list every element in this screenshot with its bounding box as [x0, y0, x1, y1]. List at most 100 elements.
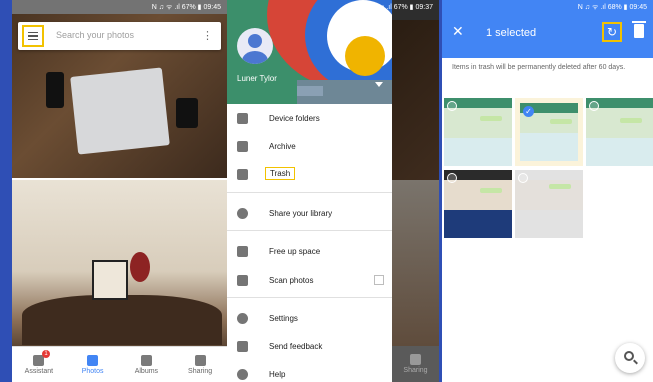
delete-forever-icon[interactable]: [632, 21, 646, 38]
thumb-bottom: [520, 133, 578, 161]
drawer-item-trash[interactable]: Trash: [227, 166, 392, 184]
nav-sharing[interactable]: Sharing: [173, 347, 227, 382]
drawer-item-scan-photos[interactable]: Scan photos: [227, 272, 392, 290]
drawer-item-free-up-space[interactable]: Free up space: [227, 243, 392, 261]
search-fab[interactable]: [615, 343, 645, 373]
drawer-item-label: Device folders: [269, 114, 320, 123]
drawer-item-label: Free up space: [269, 247, 321, 256]
status-indicators: N ♫ ᯤ .ıl 67% ▮ 09:45: [151, 4, 221, 11]
dimmed-photo: [392, 180, 439, 346]
nav-sharing-label: Sharing: [188, 367, 213, 375]
select-circle-icon[interactable]: [447, 173, 457, 183]
status-indicators: N ♫ ᯤ .ıl 67% ▮ 09:37: [363, 4, 433, 11]
status-bar: N ♫ ᯤ .ıl 67% ▮ 09:37: [227, 0, 439, 14]
trash-thumbnail-selected[interactable]: ✓: [515, 98, 583, 166]
account-email-redacted: [297, 86, 323, 96]
thumb-bottom: [515, 210, 583, 238]
sharing-icon: [194, 354, 206, 366]
status-bar: N ♫ ᯤ .ıl 68% ▮ 09:45: [442, 0, 653, 14]
dimmed-nav-sharing: Sharing: [392, 346, 439, 382]
selection-app-bar: N ♫ ᯤ .ıl 68% ▮ 09:45 ✕ 1 selected ↻: [442, 0, 653, 58]
search-input[interactable]: Search your photos: [56, 30, 134, 40]
phone-image: [46, 72, 64, 108]
drawer-item-share-library[interactable]: Share your library: [227, 205, 392, 223]
feedback-icon: [237, 341, 248, 352]
account-dropdown-icon[interactable]: [375, 82, 383, 87]
search-icon-handle: [633, 359, 638, 365]
user-name: Luner Tylor: [237, 74, 277, 83]
thumb-chat: [586, 108, 653, 138]
bottom-navigation: 1 Assistant Photos Albums Sharing: [12, 346, 227, 382]
scan-photos-icon: [237, 275, 248, 286]
divider: [227, 192, 392, 193]
folder-icon: [237, 113, 248, 124]
drawer-item-label: Scan photos: [269, 276, 314, 285]
trash-thumbnail[interactable]: [444, 98, 512, 166]
restore-icon[interactable]: ↻: [602, 22, 622, 42]
dimmed-background[interactable]: Sharing: [392, 0, 439, 382]
thumb-bottom: [444, 210, 512, 238]
nav-photos-label: Photos: [81, 367, 104, 375]
plant-image: [130, 252, 150, 282]
trash-info-text: Items in trash will be permanently delet…: [452, 64, 626, 71]
thumb-chat: [444, 108, 512, 138]
thumb-bubble: [550, 119, 572, 124]
nav-assistant-label: Assistant: [24, 367, 54, 375]
drawer-item-label: Share your library: [269, 209, 333, 218]
search-bar[interactable]: Search your photos ⋮: [18, 22, 221, 50]
status-bar: N ♫ ᯤ .ıl 67% ▮ 09:45: [12, 0, 227, 14]
trash-thumbnail[interactable]: [515, 170, 583, 238]
settings-icon: [237, 313, 248, 324]
navigation-drawer-screen: Sharing Luner Tylor N ♫ ᯤ .ıl 67% ▮ 09:3…: [227, 0, 439, 382]
nav-photos[interactable]: Photos: [66, 347, 120, 382]
drawer-item-archive[interactable]: Archive: [227, 138, 392, 156]
photo-living-room[interactable]: [12, 180, 227, 346]
thumb-bubble: [549, 184, 571, 189]
drawer-menu: Device folders Archive Trash Share your …: [227, 104, 392, 382]
thumb-bottom: [444, 138, 512, 166]
drawer-item-settings[interactable]: Settings: [227, 310, 392, 328]
nav-albums[interactable]: Albums: [120, 347, 174, 382]
albums-icon: [140, 354, 152, 366]
external-link-icon: [374, 275, 384, 285]
photos-icon: [87, 354, 99, 366]
drawer-item-device-folders[interactable]: Device folders: [227, 110, 392, 128]
thumb-bubble: [620, 118, 642, 123]
nav-assistant[interactable]: 1 Assistant: [12, 347, 66, 382]
select-circle-icon[interactable]: [589, 101, 599, 111]
divider: [227, 230, 392, 231]
drawer-item-help[interactable]: Help: [227, 366, 392, 382]
trash-screen: N ♫ ᯤ .ıl 68% ▮ 09:45 ✕ 1 selected ↻ Ite…: [442, 0, 653, 382]
thumb-bubble: [480, 188, 502, 193]
drawer-item-send-feedback[interactable]: Send feedback: [227, 338, 392, 356]
avatar[interactable]: [237, 28, 273, 64]
drawer-item-label: Help: [269, 370, 286, 379]
thumb-bottom: [586, 138, 653, 166]
phone-storage-icon: [237, 246, 248, 257]
trash-icon: [237, 169, 248, 180]
photos-main-screen: N ♫ ᯤ .ıl 67% ▮ 09:45 Search your photos…: [12, 0, 227, 382]
archive-icon: [237, 141, 248, 152]
selection-count: 1 selected: [486, 27, 537, 39]
drawer-item-label: Settings: [269, 314, 298, 323]
dimmed-photo: [392, 20, 439, 180]
drawer-item-label: Send feedback: [269, 342, 323, 351]
nav-albums-label: Albums: [134, 367, 159, 375]
select-circle-icon[interactable]: [518, 173, 528, 183]
select-circle-icon[interactable]: [447, 101, 457, 111]
laptop-image: [70, 67, 170, 155]
avatar-head: [248, 34, 262, 48]
checkmark-icon[interactable]: ✓: [523, 106, 534, 117]
thumb-bubble: [480, 116, 502, 121]
drawer-item-label: Archive: [269, 142, 296, 151]
help-icon: [237, 369, 248, 380]
trash-thumbnail[interactable]: [586, 98, 653, 166]
hamburger-menu-icon[interactable]: [22, 25, 44, 47]
trash-thumbnail[interactable]: [444, 170, 512, 238]
drawer-item-label: Trash: [265, 167, 296, 180]
status-indicators: N ♫ ᯤ .ıl 68% ▮ 09:45: [577, 4, 647, 11]
thumb-chat: [444, 180, 512, 210]
close-icon[interactable]: ✕: [452, 24, 464, 38]
more-options-icon[interactable]: ⋮: [202, 29, 213, 43]
divider: [227, 297, 392, 298]
